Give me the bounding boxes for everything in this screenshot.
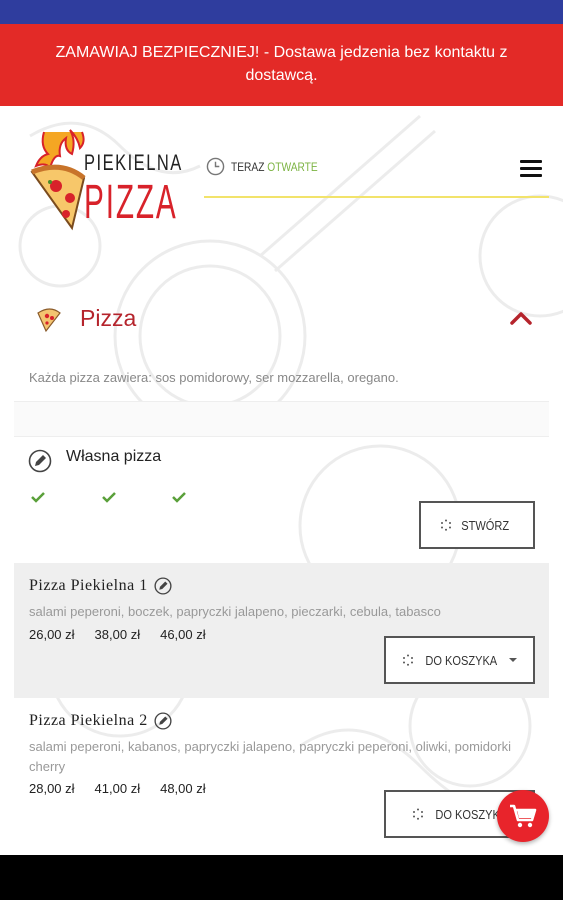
clock-icon	[206, 157, 225, 176]
check-icon	[31, 492, 45, 503]
price-medium: 41,00 zł	[94, 781, 141, 796]
safety-banner: ZAMAWIAJ BEZPIECZNIEJ! - Dostawa jedzeni…	[0, 24, 563, 106]
cart-fab-button[interactable]	[497, 790, 549, 842]
banner-text: ZAMAWIAJ BEZPIECZNIEJ! - Dostawa jedzeni…	[55, 44, 508, 84]
create-pizza-button[interactable]: STWÓRZ	[419, 501, 535, 549]
price-small: 28,00 zł	[29, 781, 75, 796]
chevron-up-icon[interactable]	[509, 308, 533, 328]
status-label: TERAZ OTWARTE	[231, 159, 318, 174]
pencil-edit-icon	[154, 577, 172, 595]
spinner-icon	[441, 519, 452, 531]
item-name: Pizza Piekielna 1	[29, 577, 172, 595]
section-separator	[14, 401, 549, 437]
spinner-icon	[403, 654, 414, 666]
app-screen: ZAMAWIAJ BEZPIECZNIEJ! - Dostawa jedzeni…	[0, 0, 563, 900]
section-title: Pizza	[80, 305, 137, 331]
system-navigation-bar	[0, 855, 563, 900]
price-small: 26,00 zł	[29, 627, 75, 642]
price-large: 46,00 zł	[160, 627, 206, 642]
hamburger-menu-button[interactable]	[520, 160, 542, 180]
logo-text-line1: PIEKIELNA	[84, 150, 183, 175]
system-status-bar	[0, 0, 563, 24]
price-medium: 38,00 zł	[94, 627, 141, 642]
item-ingredients: salami peperoni, boczek, papryczki jalap…	[29, 604, 441, 619]
add-to-cart-button[interactable]: DO KOSZYKA	[384, 636, 535, 684]
item-ingredients: salami peperoni, kabanos, papryczki jala…	[29, 739, 511, 774]
logo-text-line2: PIZZA	[84, 176, 178, 229]
item-prices: 28,00 zł 41,00 zł 48,00 zł	[29, 781, 206, 796]
own-pizza-title: Własna pizza	[66, 448, 162, 465]
caret-down-icon	[508, 658, 517, 662]
create-pizza-label: STWÓRZ	[461, 517, 510, 533]
pencil-edit-icon	[28, 449, 52, 473]
check-icon	[172, 492, 186, 503]
pizza-slice-icon	[37, 308, 61, 333]
section-description: Każda pizza zawiera: sos pomidorowy, ser…	[29, 370, 399, 385]
check-icon	[102, 492, 116, 503]
price-large: 48,00 zł	[160, 781, 206, 796]
pencil-edit-icon	[154, 712, 172, 730]
opening-status: TERAZ OTWARTE	[206, 157, 333, 176]
status-value: OTWARTE	[267, 159, 318, 174]
item-prices: 26,00 zł 38,00 zł 46,00 zł	[29, 627, 206, 642]
shopping-cart-icon	[510, 804, 537, 828]
spinner-icon	[413, 808, 423, 820]
item-name: Pizza Piekielna 2	[29, 712, 172, 730]
add-to-cart-label: DO KOSZYKA	[425, 652, 498, 668]
header-underline	[204, 196, 549, 198]
